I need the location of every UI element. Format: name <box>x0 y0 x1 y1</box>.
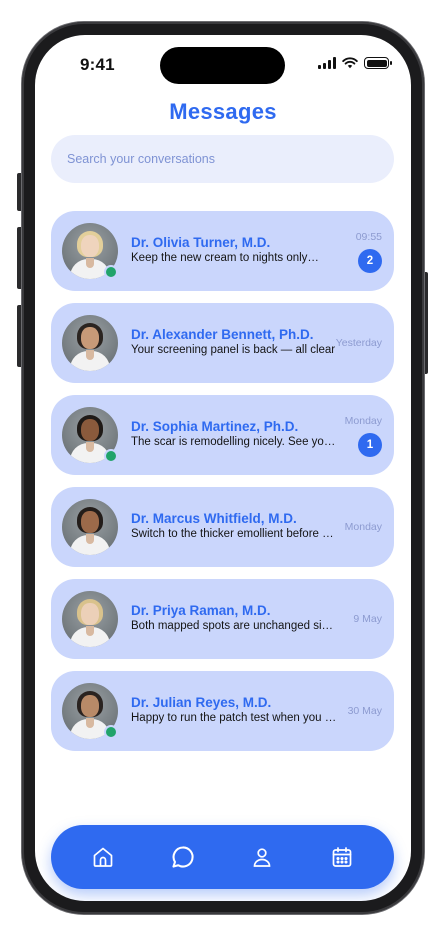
conversation-list: Dr. Olivia Turner, M.D. Keep the new cre… <box>51 211 394 763</box>
contact-name: Dr. Olivia Turner, M.D. <box>131 235 271 250</box>
online-indicator <box>104 449 118 463</box>
unread-badge: 1 <box>358 433 382 457</box>
contact-name: Dr. Julian Reyes, M.D. <box>131 695 272 710</box>
conversation-item[interactable]: Dr. Priya Raman, M.D. Both mapped spots … <box>51 579 394 659</box>
unread-badge: 2 <box>358 249 382 273</box>
tab-profile[interactable] <box>242 837 282 877</box>
contact-name: Dr. Sophia Martinez, Ph.D. <box>131 419 299 434</box>
chat-bubble-icon <box>172 846 194 868</box>
battery-icon <box>364 57 392 69</box>
conversation-item[interactable]: Dr. Olivia Turner, M.D. Keep the new cre… <box>51 211 394 291</box>
tab-calendar[interactable] <box>322 837 362 877</box>
message-preview: The scar is remodelling nicely. See you … <box>131 436 337 448</box>
home-icon <box>93 847 113 867</box>
tab-home[interactable] <box>83 837 123 877</box>
conversation-item[interactable]: Dr. Sophia Martinez, Ph.D. The scar is r… <box>51 395 394 475</box>
status-icons <box>318 57 392 69</box>
conversation-item[interactable]: Dr. Marcus Whitfield, M.D. Switch to the… <box>51 487 394 567</box>
dynamic-island <box>160 47 285 84</box>
person-icon <box>254 848 271 867</box>
tab-messages[interactable] <box>163 837 203 877</box>
search-input[interactable] <box>51 135 394 183</box>
page-title: Messages <box>169 99 277 124</box>
calendar-icon <box>332 847 352 867</box>
message-time: Monday <box>344 521 382 533</box>
conversation-item[interactable]: Dr. Julian Reyes, M.D. Happy to run the … <box>51 671 394 751</box>
avatar <box>62 499 118 555</box>
message-preview: Your screening panel is back — all clear <box>131 344 336 356</box>
online-indicator <box>104 265 118 279</box>
contact-name: Dr. Priya Raman, M.D. <box>131 603 271 618</box>
message-preview: Happy to run the patch test when you are… <box>131 712 337 724</box>
contact-name: Dr. Marcus Whitfield, M.D. <box>131 511 297 526</box>
message-time: 9 May <box>353 613 382 625</box>
status-time: 9:41 <box>80 55 115 74</box>
avatar <box>62 315 118 371</box>
message-time: Yesterday <box>335 337 382 349</box>
message-time: 09:55 <box>355 231 382 243</box>
message-preview: Switch to the thicker emollient before b… <box>131 528 337 540</box>
wifi-icon <box>342 57 358 69</box>
signal-icon <box>318 57 336 69</box>
message-preview: Keep the new cream to nights only… <box>131 252 319 264</box>
message-time: Monday <box>344 415 382 427</box>
message-preview: Both mapped spots are unchanged since la… <box>131 620 337 632</box>
contact-name: Dr. Alexander Bennett, Ph.D. <box>131 327 314 342</box>
conversation-item[interactable]: Dr. Alexander Bennett, Ph.D. Your screen… <box>51 303 394 383</box>
online-indicator <box>104 725 118 739</box>
avatar <box>62 591 118 647</box>
tab-bar <box>51 825 394 889</box>
message-time: 30 May <box>347 705 382 717</box>
screen: 9:41 Messages Dr. Olivia Turner, M.D. Ke… <box>35 35 411 901</box>
